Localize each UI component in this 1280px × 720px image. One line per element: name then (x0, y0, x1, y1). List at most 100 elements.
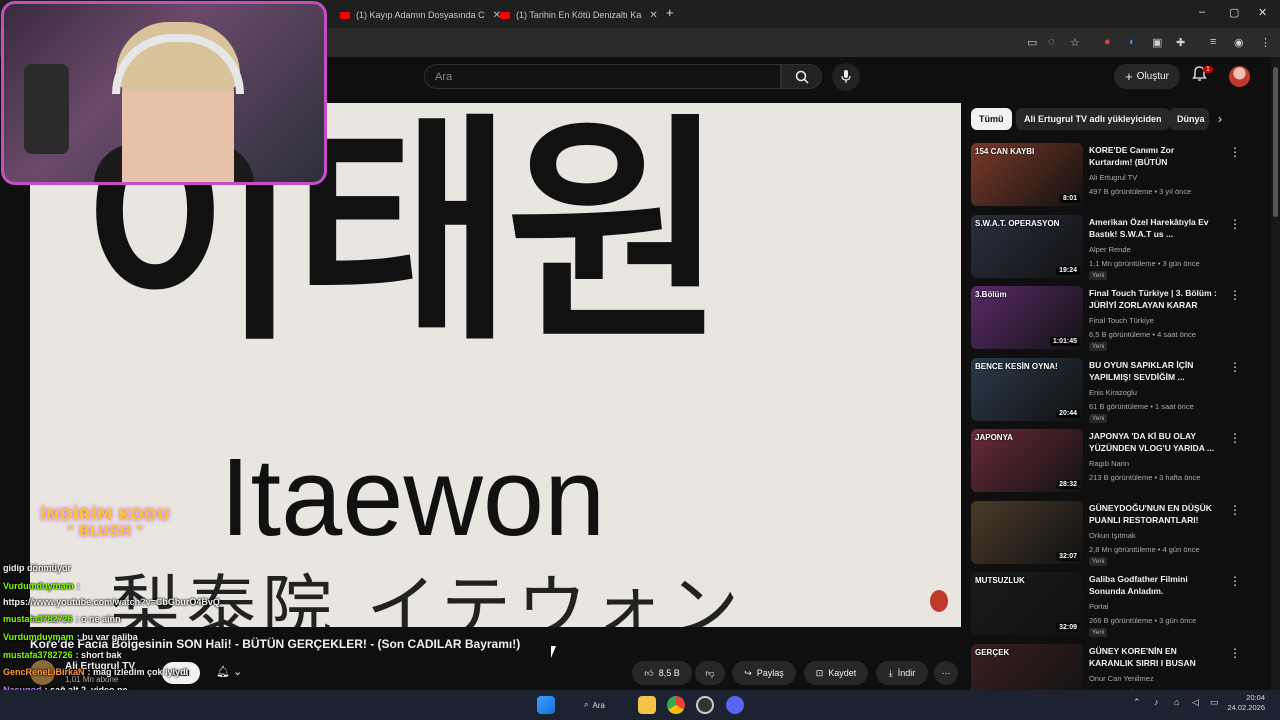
more-options-icon[interactable]: ⋮ (1229, 217, 1241, 231)
more-actions-button[interactable]: ⋯ (934, 661, 958, 685)
channel-watermark-icon[interactable] (930, 590, 948, 612)
filter-chip[interactable]: Dünya (1169, 108, 1209, 130)
battery-icon[interactable]: ▭ (1210, 697, 1219, 708)
like-button[interactable]: 👍︎ 8,5 B (632, 661, 692, 685)
video-thumbnail[interactable]: MUTSUZLUK 32:09 (971, 572, 1083, 635)
more-options-icon[interactable]: ⋮ (1229, 503, 1241, 517)
volume-icon[interactable]: ◁ (1192, 697, 1199, 708)
video-thumbnail[interactable]: 3.Bölüm 1:01:45 (971, 286, 1083, 349)
recommended-video[interactable]: 154 CAN KAYBI 8:01 KORE'DE Canımı Zor Kurt… (971, 143, 1251, 209)
share-button[interactable]: ↪ Paylaş (732, 661, 796, 685)
cast-icon[interactable]: ▭ (1027, 36, 1037, 49)
profile-icon[interactable]: ◉ (1234, 36, 1244, 49)
channel-name[interactable]: Enis Kirazoglu (1089, 388, 1137, 397)
recommended-video[interactable]: 3.Bölüm 1:01:45 Final Touch Türkiye | 3. B… (971, 286, 1251, 352)
bookmark-star-icon[interactable]: ☆ (1070, 36, 1080, 49)
video-title[interactable]: JAPONYA 'DA Kİ BU OLAY YÜZÜNDEN VLOG'U Y… (1089, 430, 1219, 454)
chat-message: https://www.youtube.com/watch?v=CbGburO4… (3, 597, 220, 607)
search-input[interactable]: Ara (424, 64, 781, 89)
download-button[interactable]: ⤓ İndir (876, 661, 928, 685)
filter-chip[interactable]: Tümü (971, 108, 1012, 130)
channel-name[interactable]: Portal (1089, 602, 1109, 611)
account-avatar[interactable] (1229, 66, 1250, 87)
video-thumbnail[interactable]: 154 CAN KAYBI 8:01 (971, 143, 1083, 206)
extension-icon[interactable]: ● (1104, 36, 1111, 48)
recommended-video[interactable]: S.W.A.T. OPERASYON 19:24 Amerikan Özel Har… (971, 214, 1251, 281)
voice-search-button[interactable] (832, 63, 860, 91)
app-icon[interactable] (696, 696, 714, 714)
menu-icon[interactable]: ⋮ (1260, 36, 1271, 49)
puzzle-icon[interactable]: ✚ (1176, 36, 1185, 49)
channel-name[interactable]: Orkun Işıtmak (1089, 531, 1136, 540)
sign-latin-text: Itaewon (220, 436, 606, 559)
save-button[interactable]: ⊡ Kaydet (804, 661, 868, 685)
video-title[interactable]: BU OYUN SAPIKLAR İÇİN YAPILMIŞ! SEVDİĞİM… (1089, 359, 1219, 383)
recommended-video[interactable]: 32:07 GÜNEYDOĞU'NUN EN DÜŞÜK PUANLI RESTO… (971, 500, 1251, 567)
share-label: Paylaş (756, 668, 784, 678)
recommended-video[interactable]: MUTSUZLUK 32:09 Galiba Godfather Filmini S… (971, 572, 1251, 638)
save-label: Kaydet (828, 668, 857, 678)
video-duration: 20:44 (1056, 408, 1080, 418)
channel-name[interactable]: Onur Can Yenilmez (1089, 674, 1154, 683)
create-button[interactable]: + Oluştur (1114, 64, 1180, 89)
extension-icon[interactable]: ▣ (1152, 36, 1162, 49)
video-thumbnail[interactable]: BENCE KESİN OYNA! 20:44 (971, 357, 1083, 421)
taskbar-search[interactable]: ⌕ Ara (578, 696, 628, 714)
extension-icon[interactable]: ◗ (1128, 36, 1135, 48)
video-title[interactable]: Galiba Godfather Filmini Sonunda Anladım… (1089, 573, 1219, 597)
recommended-video[interactable]: JAPONYA 28:32 JAPONYA 'DA Kİ BU OLAY YÜZÜN… (971, 429, 1251, 495)
more-options-icon[interactable]: ⋮ (1229, 145, 1241, 159)
recommended-video[interactable]: BENCE KESİN OYNA! 20:44 BU OYUN SAPIKLAR İ… (971, 357, 1251, 424)
dislike-button[interactable]: 👎︎ (695, 661, 725, 685)
minimize-button[interactable]: – (1199, 6, 1205, 18)
more-options-icon[interactable]: ⋮ (1229, 431, 1241, 445)
channel-name[interactable]: Ali Ertugrul TV (1089, 173, 1137, 182)
chevron-right-icon[interactable]: › (1218, 112, 1222, 126)
channel-name[interactable]: Ragıb Narin (1089, 459, 1129, 468)
video-duration: 28:32 (1056, 480, 1080, 489)
chrome-icon[interactable] (667, 696, 685, 714)
more-options-icon[interactable]: ⋮ (1229, 646, 1241, 660)
video-thumbnail[interactable]: JAPONYA 28:32 (971, 429, 1083, 492)
video-title[interactable]: KORE'DE Canımı Zor Kurtardım! (BÜTÜN GER… (1089, 144, 1219, 168)
channel-name[interactable]: Final Touch Türkiye (1089, 316, 1154, 325)
scrollbar-thumb[interactable] (1273, 67, 1278, 217)
search-button[interactable] (781, 64, 822, 89)
channel-name[interactable]: Alper Rende (1089, 245, 1131, 254)
thumbnail-text: BENCE KESİN OYNA! (975, 361, 1058, 371)
reading-list-icon[interactable]: ≡ (1210, 36, 1216, 48)
browser-tab[interactable]: (1) Kayıp Adamın Dosyasında C ✕ (340, 4, 501, 26)
maximize-button[interactable]: ▢ (1229, 6, 1239, 19)
browser-tab[interactable]: (1) Tarihin En Kötü Denizaltı Ka ✕ (500, 4, 658, 26)
thumbs-down-icon: 👎︎ (705, 667, 715, 678)
subscription-bell-icon[interactable]: 🔔︎ ⌄ (216, 665, 242, 678)
microphone-icon[interactable]: ♪ (1154, 697, 1159, 707)
video-title[interactable]: GÜNEY KORE'NİN EN KARANLIK SIRRI I BUSAN… (1089, 645, 1219, 669)
tray-chevron-icon[interactable]: ⌃ (1133, 697, 1141, 708)
chat-text: gidip dönmüyor (3, 563, 71, 573)
scrollbar[interactable] (1271, 57, 1280, 690)
more-options-icon[interactable]: ⋮ (1229, 360, 1241, 374)
video-thumbnail[interactable]: 32:07 (971, 500, 1083, 564)
video-thumbnail[interactable]: S.W.A.T. OPERASYON 19:24 (971, 214, 1083, 278)
discord-icon[interactable] (726, 696, 744, 714)
new-tab-button[interactable]: + (666, 5, 674, 20)
close-window-button[interactable]: ✕ (1258, 6, 1267, 19)
video-title[interactable]: Amerikan Özel Harekâtıyla Ev Bastık! S.W… (1089, 216, 1219, 240)
network-icon[interactable]: ⌂ (1174, 697, 1179, 707)
chat-text: : (76, 581, 80, 591)
clock-date: 24.02.2026 (1227, 703, 1265, 712)
video-title[interactable]: GÜNEYDOĞU'NUN EN DÜŞÜK PUANLI RESTORANTL… (1089, 502, 1219, 526)
video-title[interactable]: Final Touch Türkiye | 3. Bölüm : JÜRİYİ … (1089, 287, 1219, 311)
windows-start-icon[interactable] (537, 696, 555, 714)
chat-message: gidip dönmüyor (3, 563, 71, 573)
tab-close-icon[interactable]: ✕ (649, 10, 657, 21)
thumbnail-text: GERÇEK (975, 647, 1010, 657)
more-options-icon[interactable]: ⋮ (1229, 574, 1241, 588)
taskbar-clock[interactable]: 20:04 24.02.2026 (1225, 693, 1265, 713)
eye-off-icon[interactable]: ◌ (1048, 36, 1055, 48)
plus-icon: + (1125, 69, 1133, 84)
file-explorer-icon[interactable] (638, 696, 656, 714)
more-options-icon[interactable]: ⋮ (1229, 288, 1241, 302)
filter-chip[interactable]: Ali Ertugrul TV adlı yükleyiciden (1016, 108, 1170, 130)
